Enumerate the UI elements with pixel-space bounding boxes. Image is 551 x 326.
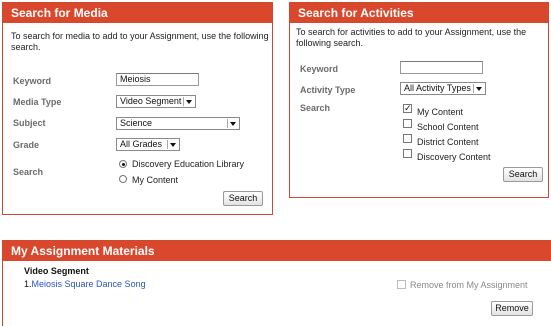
material-item-link[interactable]: Meiosis Square Dance Song bbox=[32, 279, 146, 289]
radio-my-content[interactable] bbox=[119, 175, 127, 183]
chevron-down-icon bbox=[227, 119, 238, 128]
checkbox-district-content-label: District Content bbox=[417, 137, 479, 147]
chevron-down-icon bbox=[473, 84, 484, 93]
radio-my-content-label: My Content bbox=[132, 175, 179, 185]
remove-checkbox[interactable] bbox=[397, 280, 406, 289]
chevron-down-icon bbox=[183, 97, 194, 106]
search-media-title: Search for Media bbox=[3, 3, 272, 23]
grade-value: All Grades bbox=[120, 139, 163, 149]
checkbox-school-content[interactable] bbox=[403, 119, 412, 128]
material-item-number: 1. bbox=[24, 279, 32, 289]
remove-checkbox-label: Remove from My Assignment bbox=[410, 280, 528, 290]
checkbox-school-content-label: School Content bbox=[417, 122, 479, 132]
subject-value: Science bbox=[120, 118, 153, 128]
activities-search-label: Search bbox=[300, 103, 331, 113]
search-activities-title: Search for Activities bbox=[290, 3, 548, 23]
keyword-label: Keyword bbox=[13, 76, 52, 86]
media-keyword-input[interactable]: Meiosis bbox=[116, 73, 199, 86]
grade-label: Grade bbox=[13, 140, 40, 150]
media-type-select[interactable]: Video Segment bbox=[116, 95, 196, 108]
material-list-item: 1.Meiosis Square Dance Song bbox=[24, 279, 146, 289]
search-activities-panel: Search for Activities To search for acti… bbox=[289, 2, 549, 198]
activity-type-select[interactable]: All Activity Types bbox=[400, 82, 486, 95]
assignment-materials-title: My Assignment Materials bbox=[3, 241, 551, 261]
activity-type-label: Activity Type bbox=[300, 85, 356, 95]
checkbox-district-content[interactable] bbox=[403, 134, 412, 143]
subject-select[interactable]: Science bbox=[116, 117, 240, 130]
checkbox-discovery-content-label: Discovery Content bbox=[417, 152, 491, 162]
remove-button[interactable]: Remove bbox=[491, 301, 533, 316]
radio-discovery-library[interactable] bbox=[119, 160, 127, 168]
activities-keyword-input[interactable] bbox=[400, 61, 483, 74]
radio-discovery-library-label: Discovery Education Library bbox=[132, 159, 245, 169]
chevron-down-icon bbox=[167, 140, 178, 149]
activities-keyword-label: Keyword bbox=[300, 64, 339, 74]
checkbox-discovery-content[interactable] bbox=[403, 149, 412, 158]
search-media-panel: Search for Media To search for media to … bbox=[2, 2, 273, 215]
activities-search-button[interactable]: Search bbox=[503, 167, 543, 182]
search-activities-intro: To search for activities to add to your … bbox=[296, 27, 527, 48]
materials-section-heading: Video Segment bbox=[24, 266, 89, 276]
assignment-materials-panel: My Assignment Materials Video Segment 1.… bbox=[2, 240, 551, 326]
grade-select[interactable]: All Grades bbox=[116, 138, 180, 151]
subject-label: Subject bbox=[13, 118, 46, 128]
media-type-label: Media Type bbox=[13, 97, 62, 107]
search-media-intro: To search for media to add to your Assig… bbox=[11, 31, 269, 52]
media-search-button[interactable]: Search bbox=[223, 191, 263, 206]
checkbox-my-content-label: My Content bbox=[417, 107, 464, 117]
activity-type-value: All Activity Types bbox=[404, 83, 471, 93]
media-type-value: Video Segment bbox=[120, 96, 182, 106]
media-search-label: Search bbox=[13, 167, 44, 177]
checkbox-my-content[interactable]: ✓ bbox=[403, 104, 412, 113]
